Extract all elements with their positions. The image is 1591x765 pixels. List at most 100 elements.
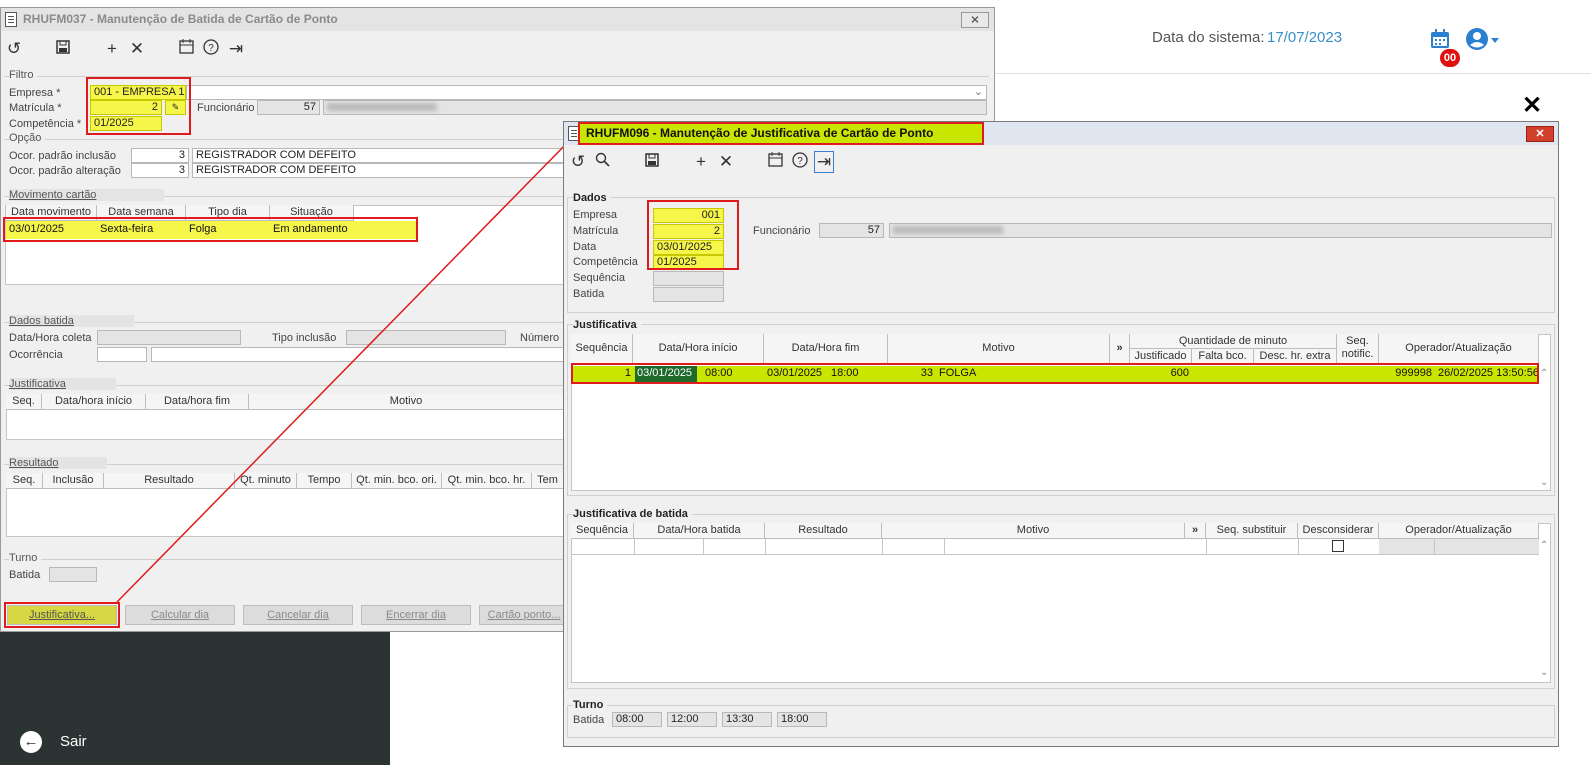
row-divider [944,539,945,555]
col-falta-bco: Falta bco. [1192,349,1254,364]
user-account-icon[interactable] [1465,27,1501,51]
inclusao-desc: REGISTRADOR COM DEFEITO [192,148,564,163]
window-rhufm096: RHUFM096 - Manutenção de Justificativa d… [563,121,1559,747]
row-divider [765,539,766,555]
cartao-ponto-button[interactable]: Cartão ponto... [479,605,569,625]
scroll-down-icon[interactable]: ⌄ [1540,667,1548,678]
search-icon[interactable] [592,152,612,172]
window-title: RHUFM096 - Manutenção de Justificativa d… [586,126,934,140]
window-title: RHUFM037 - Manutenção de Batida de Cartã… [23,12,338,26]
delete-icon[interactable]: ✕ [127,39,147,59]
highlight-justificativa-button [4,602,120,628]
turno-group [4,559,564,560]
close-x-icon[interactable]: ✕ [1522,94,1542,118]
calendar-icon[interactable] [765,152,785,172]
col-seq: Seq. [6,394,42,410]
dados-group-title: Dados [573,192,611,204]
batida-field [653,287,724,302]
encerrar-dia-button[interactable]: Encerrar dia [361,605,471,625]
cancelar-dia-button[interactable]: Cancelar dia [243,605,353,625]
alteracao-label: Ocor. padrão alteração [9,165,121,177]
ocorrencia-label: Ocorrência [9,349,63,361]
col-operador-atualizacao: Operador/Atualização [1379,334,1539,364]
inclusao-code[interactable]: 3 [131,148,189,163]
add-icon[interactable]: + [102,39,122,59]
save-icon[interactable] [53,39,73,59]
col-jb-desconsiderar: Desconsiderar [1298,523,1379,539]
add-icon[interactable]: + [691,152,711,172]
filter-group-title: Filtro [9,69,38,81]
empresa-select-dropdown[interactable]: ⌄ [186,85,987,100]
col-res-inclusao: Inclusão [43,473,104,489]
scroll-up-icon[interactable]: ⌃ [1540,540,1548,551]
alteracao-desc: REGISTRADOR COM DEFEITO [192,163,564,178]
col-jb-motivo: Motivo [882,523,1185,539]
col-jb-operador: Operador/Atualização [1379,523,1539,539]
col-justificado: Justificado [1130,349,1192,364]
col-res-tempo: Tempo [297,473,352,489]
help-icon[interactable]: ? [201,39,221,60]
col-motivo: Motivo [888,334,1110,364]
highlight-filtro [86,77,191,135]
col-datahora-inicio: Data/Hora início [633,334,764,364]
window-titlebar: RHUFM037 - Manutenção de Batida de Cartã… [1,8,994,31]
row-divider [1434,539,1435,555]
more-columns-button[interactable]: » [1110,334,1130,364]
col-seq-notific: Seq. notific. [1337,334,1379,364]
close-button[interactable]: ✕ [1526,126,1554,142]
dados-batida-title: Dados batida [9,315,134,327]
exit-icon[interactable]: ⇥ [226,39,246,59]
col-desc-hr-extra: Desc. hr. extra [1254,349,1337,364]
col-datahora-fim: Data/Hora fim [764,334,888,364]
datahora-coleta-field [97,330,241,345]
option-group-title: Opção [9,132,46,144]
back-arrow-icon[interactable]: ← [20,731,42,753]
row-divider [1298,539,1299,555]
funcionario-label: Funcionário [197,102,255,114]
just-batida-empty-row[interactable] [572,539,1539,555]
save-icon[interactable] [642,152,662,172]
undo-icon[interactable]: ↺ [568,152,588,172]
col-res-qt-min-bco-ori: Qt. min. bco. ori. [352,473,442,489]
turno-group-title: Turno [573,699,608,711]
alteracao-code[interactable]: 3 [131,163,189,178]
help-icon[interactable]: ? [790,152,810,173]
col-res-tem: Tem [532,473,564,489]
resultado-group-title: Resultado [9,457,107,469]
batida-label: Batida [573,288,605,300]
batida-label: Batida [9,569,41,581]
exit-icon[interactable]: ⇥ [814,151,834,173]
undo-icon[interactable]: ↺ [4,39,24,59]
empresa-label: Empresa * [9,87,61,99]
sequencia-label: Sequência [573,272,625,284]
close-button[interactable]: ⨯ [961,12,989,28]
movimento-group-title: Movimento cartão [9,189,164,201]
col-jb-seq-substituir: Seq. substituir [1206,523,1298,539]
col-jb-sequencia: Sequência [571,523,634,539]
batida-time-2: 12:00 [667,712,717,727]
competencia-label: Competência * [9,118,82,130]
exit-label[interactable]: Sair [60,733,87,750]
calendar-icon[interactable] [176,39,196,59]
desconsiderar-checkbox[interactable] [1332,540,1344,552]
jb-more-columns-button[interactable]: » [1185,523,1206,539]
col-sequencia: Sequência [571,334,633,364]
tipo-inclusao-field [346,330,506,345]
calcular-dia-button[interactable]: Calcular dia [125,605,235,625]
empresa-label: Empresa [573,209,618,221]
ocorrencia-code[interactable] [97,347,147,362]
scroll-up-icon[interactable]: ⌃ [1540,368,1548,379]
calendar-icon[interactable] [1429,28,1451,50]
delete-icon[interactable]: ✕ [716,152,736,172]
window-titlebar: RHUFM096 - Manutenção de Justificativa d… [564,122,1558,145]
row-divider [1206,539,1207,555]
funcionario-name-blurred [889,223,1552,238]
scroll-down-icon[interactable]: ⌄ [1540,477,1548,488]
funcionario-code: 57 [819,223,884,238]
row-divider [703,539,704,555]
tipo-inclusao-label: Tipo inclusão [272,332,337,344]
highlight-movimento-row [3,217,418,242]
highlight-dados [647,200,739,270]
col-jb-resultado: Resultado [765,523,882,539]
svg-text:?: ? [208,43,214,54]
